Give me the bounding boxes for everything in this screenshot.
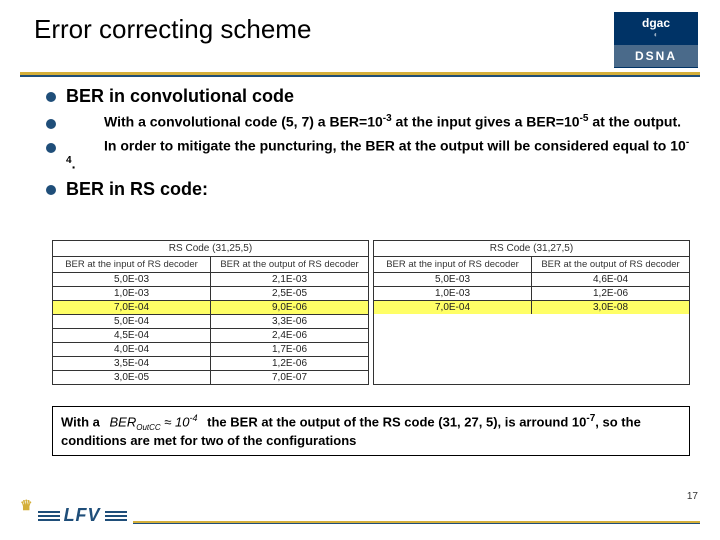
note-mid: the BER at the output of the RS code (31…: [207, 414, 586, 429]
bullet-1-text: BER in convolutional code: [66, 86, 294, 107]
tables-wrap: RS Code (31,25,5) BER at the input of RS…: [52, 240, 690, 385]
table-b-col2: BER at the output of RS decoder: [532, 257, 689, 272]
bullet-2: With a convolutional code (5, 7) a BER=1…: [46, 113, 694, 131]
table-b-body: 5,0E-034,6E-041,0E-031,2E-067,0E-043,0E-…: [374, 273, 689, 314]
content-area: BER in convolutional code With a convolu…: [46, 86, 694, 206]
bullet-icon: [46, 185, 56, 195]
table-b-header: BER at the input of RS decoder BER at th…: [374, 257, 689, 273]
table-a-col1: BER at the input of RS decoder: [53, 257, 211, 272]
table-row: 5,0E-032,1E-03: [53, 273, 368, 287]
cell-output: 1,2E-06: [211, 357, 368, 370]
bullet-2-text: With a convolutional code (5, 7) a BER=1…: [66, 113, 681, 131]
cell-output: 3,0E-08: [532, 301, 689, 314]
note-pre: With a: [61, 414, 104, 429]
footer-line: [133, 521, 700, 524]
table-row: 1,0E-031,2E-06: [374, 287, 689, 301]
cell-output: 9,0E-06: [211, 301, 368, 314]
page-title: Error correcting scheme: [0, 0, 720, 45]
cell-output: 7,0E-07: [211, 371, 368, 384]
cell-input: 3,5E-04: [53, 357, 211, 370]
table-rs-31-27-5: RS Code (31,27,5) BER at the input of RS…: [373, 240, 690, 385]
bullet-icon: [46, 92, 56, 102]
cell-output: 1,7E-06: [211, 343, 368, 356]
cell-input: 4,0E-04: [53, 343, 211, 356]
table-row: 4,0E-041,7E-06: [53, 343, 368, 357]
table-a-caption: RS Code (31,25,5): [53, 241, 368, 257]
cell-input: 5,0E-03: [374, 273, 532, 286]
cell-input: 4,5E-04: [53, 329, 211, 342]
bullet-3: In order to mitigate the puncturing, the…: [46, 137, 694, 173]
stripes-icon: [38, 509, 60, 523]
logo-dgac-dsna: dgac ◐ DSNA: [614, 12, 698, 68]
cell-output: 2,5E-05: [211, 287, 368, 300]
cell-input: 5,0E-03: [53, 273, 211, 286]
cell-input: 3,0E-05: [53, 371, 211, 384]
cell-output: 1,2E-06: [532, 287, 689, 300]
logo-dsna-label: DSNA: [614, 45, 698, 67]
cell-output: 2,4E-06: [211, 329, 368, 342]
logo-globe-icon: ◐: [614, 30, 698, 39]
bullet-icon: [46, 143, 56, 153]
cell-output: 3,3E-06: [211, 315, 368, 328]
note-mid-exp: -7: [586, 413, 595, 424]
bullet-4: BER in RS code:: [46, 179, 694, 200]
table-b-col1: BER at the input of RS decoder: [374, 257, 532, 272]
stripes-icon: [105, 509, 127, 523]
table-row: 3,5E-041,2E-06: [53, 357, 368, 371]
table-a-header: BER at the input of RS decoder BER at th…: [53, 257, 368, 273]
cell-input: 7,0E-04: [374, 301, 532, 314]
table-row: 1,0E-032,5E-05: [53, 287, 368, 301]
table-row: 7,0E-043,0E-08: [374, 301, 689, 314]
note-box: With a BEROutCC ≈ 10-4 the BER at the ou…: [52, 406, 690, 456]
cell-input: 7,0E-04: [53, 301, 211, 314]
bullet-4-text: BER in RS code:: [66, 179, 208, 200]
cell-output: 4,6E-04: [532, 273, 689, 286]
table-row: 3,0E-057,0E-07: [53, 371, 368, 384]
bullet-1: BER in convolutional code: [46, 86, 694, 107]
slide-root: Error correcting scheme dgac ◐ DSNA BER …: [0, 0, 720, 540]
table-row: 5,0E-043,3E-06: [53, 315, 368, 329]
table-row: 4,5E-042,4E-06: [53, 329, 368, 343]
note-formula: BEROutCC ≈ 10-4: [110, 413, 198, 433]
crown-icon: ♛: [20, 497, 34, 514]
bullet-3-text: In order to mitigate the puncturing, the…: [66, 137, 694, 173]
table-a-body: 5,0E-032,1E-031,0E-032,5E-057,0E-049,0E-…: [53, 273, 368, 384]
cell-input: 1,0E-03: [374, 287, 532, 300]
lfv-text: LFV: [64, 505, 101, 526]
table-row: 7,0E-049,0E-06: [53, 301, 368, 315]
logo-dgac-label: dgac: [614, 12, 698, 30]
header-divider: [20, 72, 700, 77]
page-number: 17: [687, 491, 698, 502]
table-b-caption: RS Code (31,27,5): [374, 241, 689, 257]
logo-lfv: ♛ LFV: [20, 505, 127, 526]
table-row: 5,0E-034,6E-04: [374, 273, 689, 287]
cell-input: 5,0E-04: [53, 315, 211, 328]
table-rs-31-25-5: RS Code (31,25,5) BER at the input of RS…: [52, 240, 369, 385]
table-a-col2: BER at the output of RS decoder: [211, 257, 368, 272]
bullet-icon: [46, 119, 56, 129]
cell-output: 2,1E-03: [211, 273, 368, 286]
cell-input: 1,0E-03: [53, 287, 211, 300]
footer-accent: ♛ LFV: [20, 505, 700, 526]
